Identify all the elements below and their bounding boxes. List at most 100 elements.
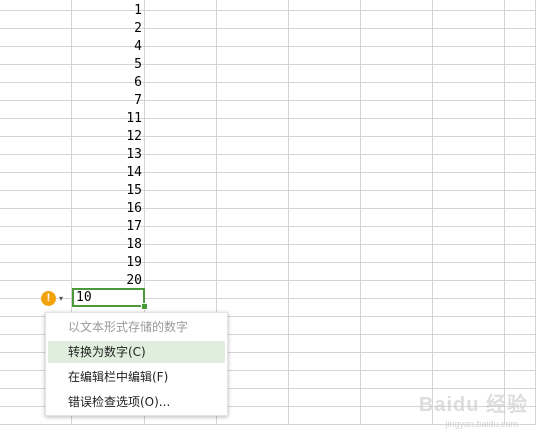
grid-cell[interactable] [145, 155, 217, 173]
grid-cell[interactable] [145, 83, 217, 101]
fill-handle[interactable] [141, 303, 148, 310]
grid-cell[interactable] [361, 353, 433, 371]
grid-cell[interactable] [433, 227, 505, 245]
grid-cell[interactable] [289, 263, 361, 281]
grid-cell[interactable] [433, 29, 505, 47]
grid-cell[interactable] [145, 11, 217, 29]
grid-cell[interactable] [433, 281, 505, 299]
grid-cell[interactable] [433, 155, 505, 173]
grid-cell[interactable] [361, 209, 433, 227]
grid-cell[interactable] [505, 317, 536, 335]
grid-cell[interactable] [0, 155, 72, 173]
grid-cell[interactable] [0, 119, 72, 137]
grid-cell[interactable] [145, 263, 217, 281]
grid-cell[interactable] [145, 281, 217, 299]
grid-cell[interactable] [289, 173, 361, 191]
grid-cell[interactable] [0, 0, 72, 11]
grid-cell[interactable] [433, 173, 505, 191]
grid-cell[interactable] [505, 245, 536, 263]
grid-cell[interactable] [433, 299, 505, 317]
grid-cell[interactable] [505, 173, 536, 191]
grid-cell[interactable] [289, 83, 361, 101]
grid-cell[interactable] [217, 281, 289, 299]
grid-cell[interactable] [505, 155, 536, 173]
menu-item-edit-in-formula-bar[interactable]: 在编辑栏中编辑(F) [48, 366, 225, 388]
grid-cell[interactable] [505, 11, 536, 29]
grid-cell[interactable] [289, 65, 361, 83]
grid-cell[interactable] [433, 119, 505, 137]
grid-cell[interactable] [289, 209, 361, 227]
grid-cell[interactable] [0, 227, 72, 245]
grid-cell[interactable] [433, 191, 505, 209]
grid-cell[interactable] [505, 119, 536, 137]
grid-cell[interactable] [217, 155, 289, 173]
grid-cell[interactable] [0, 137, 72, 155]
grid-cell[interactable] [433, 263, 505, 281]
grid-cell[interactable] [217, 263, 289, 281]
grid-cell[interactable] [0, 209, 72, 227]
grid-cell[interactable] [505, 209, 536, 227]
grid-cell[interactable] [361, 317, 433, 335]
grid-cell[interactable] [0, 245, 72, 263]
grid-cell[interactable] [433, 335, 505, 353]
grid-cell[interactable] [505, 47, 536, 65]
grid-cell[interactable] [289, 371, 361, 389]
grid-cell[interactable] [361, 371, 433, 389]
grid-cell[interactable] [217, 137, 289, 155]
grid-cell[interactable] [361, 83, 433, 101]
grid-cell[interactable] [0, 11, 72, 29]
grid-cell[interactable] [361, 263, 433, 281]
grid-cell[interactable] [433, 47, 505, 65]
grid-cell[interactable] [433, 83, 505, 101]
grid-cell[interactable] [0, 65, 72, 83]
grid-cell[interactable] [0, 101, 72, 119]
grid-cell[interactable] [217, 29, 289, 47]
grid-cell[interactable] [0, 191, 72, 209]
grid-cell[interactable] [433, 0, 505, 11]
grid-cell[interactable] [0, 29, 72, 47]
grid-cell[interactable] [217, 11, 289, 29]
menu-item-error-check-options[interactable]: 错误检查选项(O)... [48, 391, 225, 413]
grid-cell[interactable] [433, 245, 505, 263]
grid-cell[interactable] [289, 227, 361, 245]
grid-cell[interactable] [505, 65, 536, 83]
grid-cell[interactable] [505, 281, 536, 299]
grid-cell[interactable] [361, 0, 433, 11]
grid-cell[interactable] [361, 11, 433, 29]
grid-cell[interactable] [289, 353, 361, 371]
grid-cell[interactable] [505, 0, 536, 11]
grid-cell[interactable] [217, 119, 289, 137]
grid-cell[interactable] [289, 299, 361, 317]
grid-cell[interactable] [289, 317, 361, 335]
grid-cell[interactable] [505, 29, 536, 47]
grid-cell[interactable] [217, 0, 289, 11]
grid-cell[interactable] [505, 371, 536, 389]
grid-cell[interactable] [217, 227, 289, 245]
grid-cell[interactable] [505, 227, 536, 245]
error-check-button[interactable]: ! ▾ [38, 289, 72, 307]
grid-cell[interactable] [433, 101, 505, 119]
grid-cell[interactable] [289, 155, 361, 173]
grid-cell[interactable] [145, 119, 217, 137]
grid-cell[interactable] [289, 47, 361, 65]
grid-cell[interactable] [361, 101, 433, 119]
grid-cell[interactable] [145, 191, 217, 209]
grid-cell[interactable] [289, 407, 361, 425]
grid-cell[interactable] [0, 47, 72, 65]
grid-cell[interactable] [361, 137, 433, 155]
grid-cell[interactable] [217, 209, 289, 227]
grid-cell[interactable] [289, 191, 361, 209]
grid-cell[interactable] [289, 29, 361, 47]
grid-cell[interactable] [145, 0, 217, 11]
grid-cell[interactable] [361, 155, 433, 173]
grid-cell[interactable] [433, 209, 505, 227]
grid-cell[interactable] [361, 299, 433, 317]
grid-cell[interactable] [289, 119, 361, 137]
grid-cell[interactable] [217, 65, 289, 83]
grid-cell[interactable] [361, 227, 433, 245]
grid-cell[interactable] [361, 191, 433, 209]
grid-cell[interactable] [145, 173, 217, 191]
grid-cell[interactable] [289, 335, 361, 353]
grid-cell[interactable] [289, 0, 361, 11]
grid-cell[interactable] [217, 47, 289, 65]
